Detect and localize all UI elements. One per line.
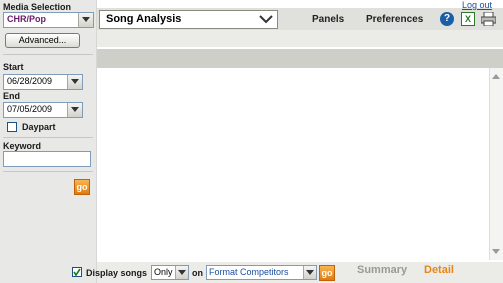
results-area (97, 68, 489, 260)
help-icon[interactable]: ? (440, 12, 454, 26)
tab-panels[interactable]: Panels (312, 14, 344, 25)
chevron-down-icon[interactable] (259, 14, 273, 27)
table-header-band (97, 49, 503, 68)
keyword-input[interactable] (3, 151, 91, 167)
format-select[interactable]: Format Competitors (206, 265, 317, 280)
start-date-value: 06/28/2009 (7, 76, 53, 86)
report-select[interactable]: Song Analysis (99, 10, 278, 29)
end-date-select[interactable]: 07/05/2009 (3, 102, 83, 118)
chevron-down-icon[interactable] (78, 13, 93, 27)
chevron-down-icon[interactable] (175, 266, 188, 279)
tab-preferences[interactable]: Preferences (366, 14, 423, 25)
left-panel: Media Selection CHR/Pop Advanced... Star… (0, 0, 97, 283)
go-button[interactable]: go (74, 179, 90, 195)
chevron-down-icon[interactable] (67, 75, 82, 89)
go-button[interactable]: go (319, 265, 335, 281)
only-select[interactable]: Only (151, 265, 189, 280)
print-icon[interactable] (480, 11, 497, 29)
media-selection-label: Media Selection (3, 2, 72, 12)
end-date-value: 07/05/2009 (7, 104, 53, 114)
tab-summary[interactable]: Summary (357, 264, 407, 276)
vertical-scrollbar[interactable] (489, 68, 503, 260)
advanced-button[interactable]: Advanced... (5, 33, 80, 48)
end-label: End (3, 91, 20, 101)
divider (3, 171, 93, 172)
start-date-select[interactable]: 06/28/2009 (3, 74, 83, 90)
scroll-up-icon[interactable] (492, 71, 500, 82)
logout-link[interactable]: Log out (462, 0, 492, 10)
divider (3, 54, 93, 55)
header-band (97, 30, 503, 47)
chevron-down-icon[interactable] (67, 103, 82, 117)
excel-icon[interactable]: X (461, 12, 475, 26)
only-select-value: Only (154, 267, 173, 277)
media-select-value: CHR/Pop (7, 14, 46, 24)
display-songs-label: Display songs (86, 268, 148, 278)
report-select-value: Song Analysis (106, 13, 182, 25)
divider (3, 137, 93, 138)
tab-detail[interactable]: Detail (424, 264, 454, 276)
daypart-label: Daypart (22, 122, 56, 132)
daypart-checkbox[interactable] (7, 122, 17, 132)
chevron-down-icon[interactable] (303, 266, 316, 279)
format-select-value: Format Competitors (209, 267, 289, 277)
display-songs-checkbox[interactable] (72, 267, 82, 277)
scroll-down-icon[interactable] (492, 246, 500, 257)
media-select[interactable]: CHR/Pop (3, 12, 94, 28)
on-label: on (192, 268, 203, 278)
keyword-label: Keyword (3, 141, 42, 151)
start-label: Start (3, 62, 24, 72)
